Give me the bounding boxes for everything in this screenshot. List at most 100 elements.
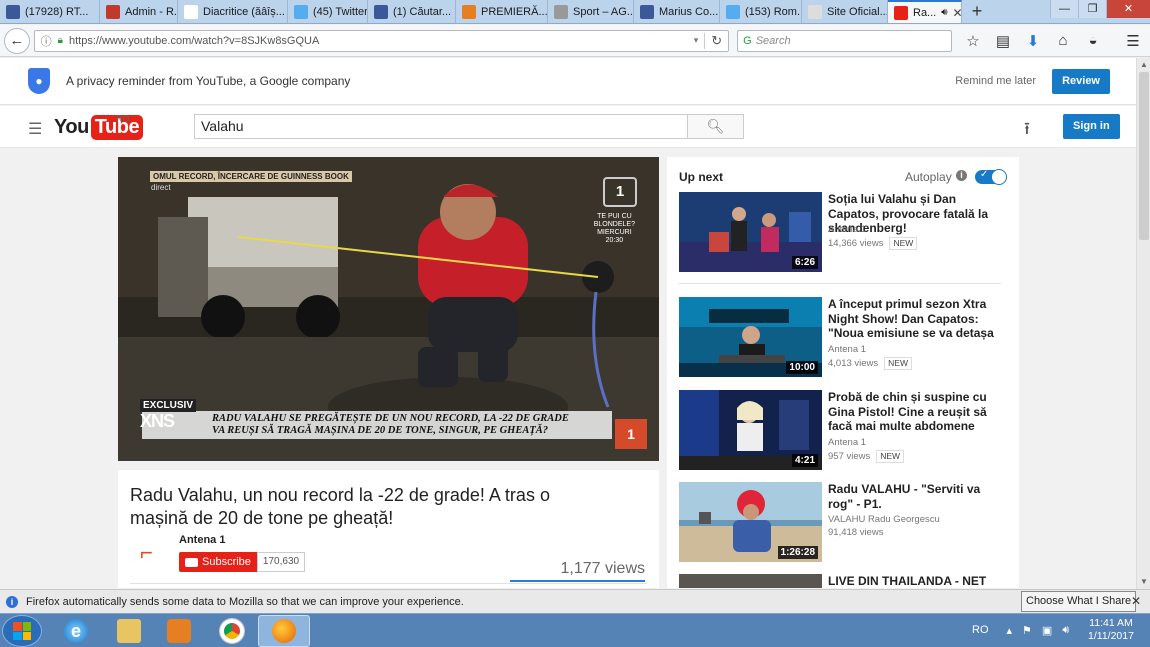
- close-window-button[interactable]: ✕: [1106, 0, 1150, 18]
- firefox-notification-bar: i Firefox automatically sends some data …: [0, 589, 1150, 613]
- caption-line-1: RADU VALAHU SE PREGĂTEȘTE DE UN NOU RECO…: [212, 413, 569, 424]
- maximize-button[interactable]: ❐: [1078, 0, 1106, 18]
- browser-tab[interactable]: (45) Twitter: [288, 0, 368, 23]
- browser-tab[interactable]: Marius Co...: [634, 0, 720, 23]
- close-icon[interactable]: ✕: [1131, 594, 1141, 608]
- browser-tab[interactable]: (1) Căutar...: [368, 0, 456, 23]
- home-icon[interactable]: ⌂: [1050, 32, 1076, 50]
- browser-tab[interactable]: PREMIERĂ...: [456, 0, 548, 23]
- browser-tab[interactable]: Site Oficial...: [802, 0, 888, 23]
- minimize-button[interactable]: —: [1050, 0, 1078, 18]
- scroll-down-icon[interactable]: ▼: [1137, 575, 1150, 589]
- video-item-views: 957 views NEW: [828, 450, 905, 463]
- page-scrollbar[interactable]: ▲ ▼: [1136, 58, 1150, 589]
- internet-explorer-icon: e: [64, 619, 88, 643]
- reading-list-icon[interactable]: ▤: [990, 32, 1016, 50]
- browser-tab[interactable]: (17928) RT...: [0, 0, 100, 23]
- privacy-reminder-bar: ● A privacy reminder from YouTube, a Goo…: [0, 58, 1136, 105]
- guide-menu-icon[interactable]: ☰: [28, 119, 42, 139]
- back-button[interactable]: ←: [4, 27, 30, 54]
- subscribe-button[interactable]: Subscribe 170,630: [179, 552, 306, 572]
- promo-line-1: TE PUI CU: [597, 213, 632, 220]
- tab-label: (1) Căutar...: [393, 5, 452, 18]
- video-item-title[interactable]: Probă de chin și suspine cu Gina Pistol!…: [828, 390, 1008, 434]
- view-count: 1,177 views: [560, 560, 646, 577]
- scroll-up-icon[interactable]: ▲: [1137, 58, 1150, 72]
- close-tab-icon[interactable]: ✕: [953, 6, 961, 20]
- video-player[interactable]: OMUL RECORD, ÎNCERCARE DE GUINNESS BOOK …: [118, 157, 659, 461]
- download-icon[interactable]: ⬇: [1020, 32, 1046, 50]
- tray-arrow-icon[interactable]: ▴: [1007, 624, 1013, 637]
- firefox-icon: [272, 619, 296, 643]
- pocket-icon[interactable]: ◒: [1080, 32, 1106, 50]
- taskbar-media-player[interactable]: [153, 615, 205, 647]
- language-indicator[interactable]: RO: [972, 624, 989, 637]
- list-item[interactable]: 6:26 Soția lui Valahu și Dan Capatos, pr…: [679, 192, 1011, 274]
- dropdown-arrow-icon[interactable]: ▾: [694, 35, 699, 46]
- video-thumbnail[interactable]: 1:26:28: [679, 482, 822, 562]
- list-item[interactable]: 1:26:28 Radu VALAHU - "Serviti va rog" -…: [679, 482, 1011, 564]
- clock[interactable]: 11:41 AM 1/11/2017: [1088, 617, 1134, 643]
- new-tab-button[interactable]: +: [962, 0, 992, 23]
- search-engine-icon[interactable]: G: [743, 35, 752, 47]
- channel-avatar[interactable]: ⌐: [140, 540, 162, 566]
- tab-favicon-icon: [374, 4, 388, 19]
- network-icon[interactable]: ▣: [1042, 624, 1052, 637]
- youtube-search-input[interactable]: Valahu: [194, 114, 688, 139]
- remind-later-link[interactable]: Remind me later: [955, 75, 1036, 87]
- video-thumbnail[interactable]: 6:26: [679, 192, 822, 272]
- video-item-channel[interactable]: Antena 1: [828, 224, 866, 235]
- browser-tab[interactable]: (153) Rom...: [720, 0, 802, 23]
- video-item-channel[interactable]: VALAHU Radu Georgescu: [828, 514, 940, 525]
- browser-tab[interactable]: Diacritice (ăâîș...: [178, 0, 288, 23]
- info-icon[interactable]: i: [956, 170, 967, 181]
- windows-taskbar: e RO ▴ ⚑ ▣ 🔊︎ 11:41 AM 1/11/2017: [0, 613, 1150, 647]
- flag-icon[interactable]: ⚑: [1022, 624, 1032, 637]
- divider: [679, 283, 1001, 284]
- video-duration: 4:21: [791, 454, 818, 467]
- info-icon[interactable]: ⓘ: [41, 33, 52, 49]
- review-button[interactable]: Review: [1052, 69, 1110, 94]
- video-item-title[interactable]: A început primul sezon Xtra Night Show! …: [828, 297, 1008, 341]
- video-thumbnail[interactable]: 4:21: [679, 390, 822, 470]
- browser-tab[interactable]: Ra... 🔊︎ ✕: [888, 0, 962, 23]
- browser-search-field[interactable]: G Search: [737, 29, 953, 52]
- browser-search-placeholder: Search: [755, 34, 791, 47]
- taskbar-chrome[interactable]: [206, 615, 258, 647]
- tab-audio-icon[interactable]: 🔊︎: [941, 7, 947, 18]
- search-button[interactable]: 🔍︎: [688, 114, 744, 139]
- volume-icon[interactable]: 🔊︎: [1062, 624, 1069, 637]
- url-text[interactable]: https://www.youtube.com/watch?v=8SJKw8sG…: [69, 35, 688, 47]
- autoplay-toggle[interactable]: ✓: [975, 169, 1007, 185]
- upload-icon[interactable]: ⭱: [1024, 116, 1030, 145]
- taskbar-explorer[interactable]: [103, 615, 155, 647]
- video-item-title[interactable]: Radu VALAHU - "Serviti va rog" - P1.: [828, 482, 1008, 511]
- taskbar-firefox[interactable]: [258, 615, 310, 647]
- channel-corner-logo: 1: [615, 419, 647, 449]
- youtube-logo[interactable]: You Tube RO: [54, 114, 144, 140]
- choose-what-i-share-button[interactable]: Choose What I Share: [1021, 591, 1137, 612]
- video-item-channel[interactable]: Antena 1: [828, 344, 866, 355]
- menu-icon[interactable]: ☰: [1120, 32, 1146, 50]
- video-thumbnail[interactable]: 10:00: [679, 297, 822, 377]
- start-button[interactable]: [2, 615, 42, 647]
- video-item-channel[interactable]: Antena 1: [828, 437, 866, 448]
- bookmark-star-icon[interactable]: ☆: [960, 32, 986, 50]
- taskbar-ie[interactable]: e: [50, 615, 102, 647]
- video-item-title[interactable]: LIVE DIN THAILANDA - NET: [828, 574, 1008, 588]
- scrollbar-thumb[interactable]: [1139, 72, 1149, 240]
- autoplay-label: Autoplay: [905, 170, 952, 184]
- privacy-text: A privacy reminder from YouTube, a Googl…: [66, 74, 351, 88]
- video-thumbnail[interactable]: [679, 574, 822, 588]
- subscribe-label-wrap[interactable]: Subscribe: [179, 552, 257, 572]
- reload-icon[interactable]: ↻: [704, 32, 722, 49]
- browser-tab[interactable]: Admin - R...: [100, 0, 178, 23]
- list-item[interactable]: LIVE DIN THAILANDA - NET: [679, 574, 1011, 588]
- logo-you: You: [54, 116, 89, 138]
- list-item[interactable]: 4:21 Probă de chin și suspine cu Gina Pi…: [679, 390, 1011, 472]
- list-item[interactable]: 10:00 A început primul sezon Xtra Night …: [679, 297, 1011, 379]
- channel-name[interactable]: Antena 1: [179, 534, 225, 546]
- url-bar[interactable]: ⓘ 🔒︎ https://www.youtube.com/watch?v=8SJ…: [33, 29, 730, 52]
- browser-tab[interactable]: Sport – AG...: [548, 0, 634, 23]
- sign-in-button[interactable]: Sign in: [1063, 114, 1120, 139]
